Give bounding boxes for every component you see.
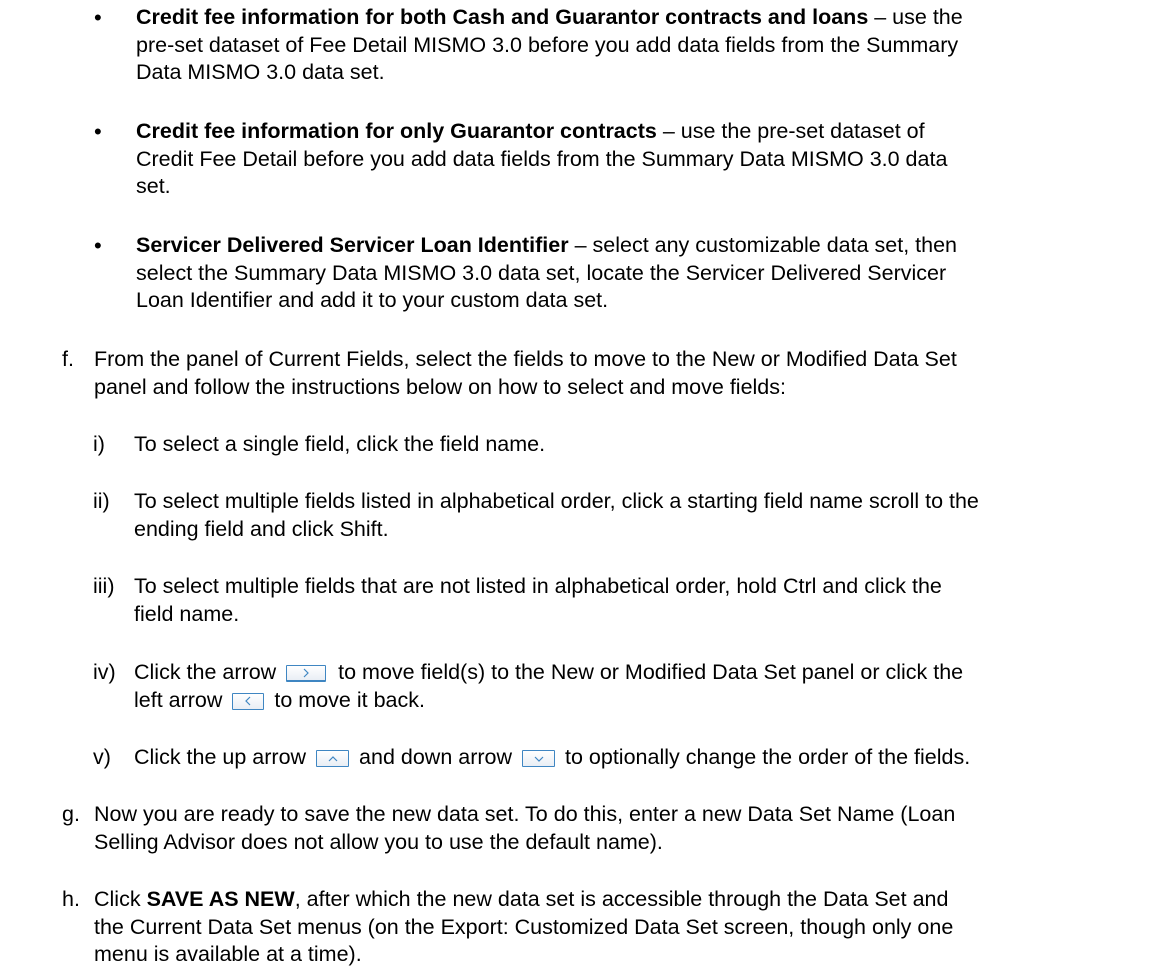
substep-text: left arrow (134, 687, 223, 712)
substep-marker: iv) (93, 660, 116, 684)
step-h-text: Click SAVE AS NEW, after which the new d… (94, 886, 953, 969)
save-as-new-label: SAVE AS NEW (146, 887, 295, 911)
bullet-item-credit-fee-guarantor: Credit fee information for only Guaranto… (136, 118, 947, 201)
bullet-title: Credit fee information for only Guaranto… (136, 119, 657, 143)
arrow-right-button-icon (286, 665, 327, 682)
bullet-marker: • (94, 233, 102, 258)
step-marker: g. (62, 802, 80, 826)
substep-text: Click the arrow (134, 660, 277, 684)
substep-v-text: Click the up arrow and down arrow to opt… (134, 744, 970, 772)
step-text: From the panel of Current Fields, select… (94, 347, 957, 371)
substep-text: To select multiple fields listed in alph… (134, 489, 979, 513)
substep-marker: i) (93, 432, 105, 456)
substep-text: to move field(s) to the New or Modified … (338, 660, 964, 684)
step-f-text: From the panel of Current Fields, select… (94, 346, 957, 401)
substep-text: To select a single field, click the fiel… (134, 432, 546, 456)
step-marker: f. (62, 347, 74, 371)
bullet-marker: • (94, 5, 102, 30)
step-text: Now you are ready to save the new data s… (94, 802, 956, 826)
bullet-text: Credit Fee Detail before you add data fi… (136, 146, 948, 171)
substep-iv-text: Click the arrow to move field(s) to the … (134, 659, 963, 714)
substep-text: To select multiple fields that are not l… (134, 574, 942, 598)
substep-text: Click the up arrow (134, 745, 307, 769)
step-text: Click (94, 887, 147, 911)
step-g-text: Now you are ready to save the new data s… (94, 801, 955, 856)
bullet-text: Data MISMO 3.0 data set. (136, 60, 385, 84)
arrow-left-button-icon (232, 692, 265, 710)
bullet-title: Credit fee information for both Cash and… (136, 5, 869, 29)
bullet-text: Loan Identifier and add it to your custo… (136, 288, 609, 312)
bullet-item-servicer-loan-identifier: Servicer Delivered Servicer Loan Identif… (136, 232, 957, 315)
step-text: menu is available at a time). (94, 942, 362, 966)
substep-marker: v) (93, 745, 111, 769)
bullet-item-credit-fee-cash-guarantor: Credit fee information for both Cash and… (136, 4, 963, 87)
bullet-title: Servicer Delivered Servicer Loan Identif… (136, 233, 569, 257)
bullet-text: pre-set dataset of Fee Detail MISMO 3.0 … (136, 32, 959, 57)
substep-ii-text: To select multiple fields listed in alph… (134, 488, 979, 543)
arrow-up-button-icon (316, 750, 350, 767)
substep-text: field name. (134, 601, 240, 626)
substep-text: to optionally change the order of the fi… (565, 745, 971, 769)
substep-text: ending field and click Shift. (134, 516, 389, 541)
substep-iii-text: To select multiple fields that are not l… (134, 573, 942, 628)
step-text: panel and follow the instructions below … (94, 374, 786, 399)
substep-text: and down arrow (359, 745, 513, 769)
substep-i-text: To select a single field, click the fiel… (134, 431, 545, 459)
bullet-text: – select any customizable data set, then (568, 233, 958, 257)
step-marker: h. (62, 887, 80, 911)
bullet-text: – use the (868, 5, 963, 29)
bullet-text: select the Summary Data MISMO 3.0 data s… (136, 260, 947, 285)
document-page: • Credit fee information for both Cash a… (0, 0, 1168, 979)
bullet-text: – use the pre-set dataset of (656, 119, 925, 143)
step-text: the Current Data Set menus (on the Expor… (94, 914, 954, 939)
bullet-marker: • (94, 119, 102, 144)
step-text: Selling Advisor does not allow you to us… (94, 829, 663, 854)
substep-text: to move it back. (274, 687, 425, 712)
substep-marker: ii) (93, 489, 110, 513)
arrow-down-button-icon (522, 750, 556, 767)
bullet-text: set. (136, 174, 171, 198)
substep-marker: iii) (93, 574, 115, 598)
step-text: , after which the new data set is access… (294, 887, 949, 911)
